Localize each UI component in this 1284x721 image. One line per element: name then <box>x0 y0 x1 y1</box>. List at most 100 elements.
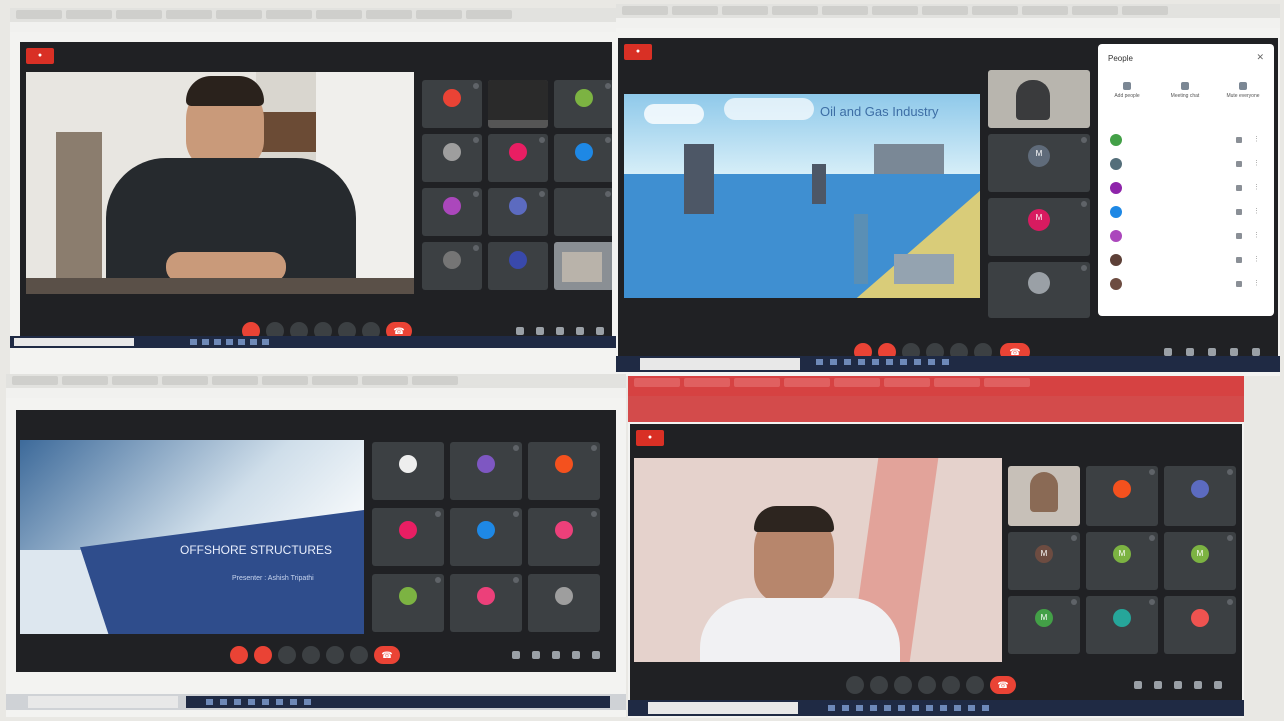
address-bar[interactable] <box>10 22 622 32</box>
address-bar[interactable] <box>628 396 1244 422</box>
participant-tile[interactable] <box>988 70 1090 128</box>
chat-icon[interactable] <box>1208 348 1216 356</box>
taskbar-search[interactable] <box>14 338 134 346</box>
activities-icon[interactable] <box>1230 348 1238 356</box>
participant-tile[interactable] <box>422 134 482 182</box>
participant-tile[interactable] <box>1008 466 1080 526</box>
participant-tile[interactable] <box>488 80 548 128</box>
participant-tile[interactable]: M <box>1008 532 1080 590</box>
raise-hand-icon[interactable] <box>918 676 936 694</box>
participant-tile[interactable]: M <box>1164 532 1236 590</box>
lock-icon[interactable] <box>596 327 604 335</box>
participant-tile[interactable] <box>488 242 548 290</box>
avatar <box>509 143 527 162</box>
microphone-icon[interactable] <box>230 646 248 664</box>
participant-tile[interactable] <box>988 262 1090 318</box>
participant-tile[interactable] <box>1164 596 1236 654</box>
captions-icon[interactable] <box>278 646 296 664</box>
mute-everyone-button[interactable]: Mute everyone <box>1218 82 1268 99</box>
participant-tile[interactable]: M <box>1008 596 1080 654</box>
participant-tile[interactable] <box>422 188 482 236</box>
info-icon[interactable] <box>1134 681 1142 689</box>
participant-tile[interactable] <box>528 442 600 500</box>
participant-tile[interactable] <box>528 574 600 632</box>
chat-icon[interactable] <box>556 327 564 335</box>
people-icon[interactable] <box>536 327 544 335</box>
lock-icon[interactable] <box>1214 681 1222 689</box>
people-icon[interactable] <box>1186 348 1194 356</box>
taskbar-search[interactable] <box>28 696 178 708</box>
people-icon[interactable] <box>1154 681 1162 689</box>
taskbar-search[interactable] <box>640 358 800 370</box>
raise-hand-icon[interactable] <box>302 646 320 664</box>
lock-icon[interactable] <box>592 651 600 659</box>
participant-tile[interactable] <box>372 508 444 566</box>
participant-tile[interactable]: M <box>988 134 1090 192</box>
participant-tile[interactable] <box>488 188 548 236</box>
info-icon[interactable] <box>512 651 520 659</box>
close-icon[interactable]: ✕ <box>1256 52 1264 63</box>
avatar <box>555 521 573 540</box>
participant-row[interactable]: ⋮ <box>1110 254 1264 268</box>
activities-icon[interactable] <box>576 327 584 335</box>
avatar <box>1110 134 1122 146</box>
participant-row[interactable]: ⋮ <box>1110 230 1264 244</box>
browser-tab-strip[interactable] <box>628 376 1244 396</box>
participant-tile[interactable] <box>554 242 612 290</box>
participant-tile[interactable] <box>450 508 522 566</box>
participant-row[interactable]: ⋮ <box>1110 158 1264 172</box>
info-icon[interactable] <box>1164 348 1172 356</box>
participant-tile[interactable] <box>1086 466 1158 526</box>
mic-muted-icon <box>1149 535 1155 541</box>
participant-tile[interactable] <box>1086 596 1158 654</box>
participant-row[interactable]: ⋮ <box>1110 134 1264 148</box>
address-bar[interactable] <box>6 388 626 398</box>
microphone-icon[interactable] <box>846 676 864 694</box>
taskbar-search[interactable] <box>648 702 798 714</box>
participant-tile[interactable] <box>488 134 548 182</box>
participant-tile[interactable] <box>422 242 482 290</box>
browser-tab-strip[interactable] <box>6 374 626 388</box>
participant-tile[interactable] <box>422 80 482 128</box>
camera-icon[interactable] <box>254 646 272 664</box>
participant-tile[interactable] <box>450 574 522 632</box>
browser-tab-strip[interactable] <box>616 4 1280 18</box>
camera-icon[interactable] <box>870 676 888 694</box>
present-icon[interactable] <box>326 646 344 664</box>
chat-icon[interactable] <box>552 651 560 659</box>
captions-icon[interactable] <box>894 676 912 694</box>
chat-icon[interactable] <box>1174 681 1182 689</box>
participant-tile[interactable] <box>554 188 612 236</box>
end-call-button[interactable]: ☎ <box>374 646 400 664</box>
avatar: M <box>1028 209 1050 232</box>
participant-tile[interactable]: M <box>988 198 1090 256</box>
more-options-icon[interactable] <box>350 646 368 664</box>
participant-tile[interactable] <box>372 442 444 500</box>
people-icon[interactable] <box>532 651 540 659</box>
participant-tile[interactable] <box>372 574 444 632</box>
participant-tile[interactable] <box>450 442 522 500</box>
activities-icon[interactable] <box>572 651 580 659</box>
add-people-button[interactable]: Add people <box>1102 82 1152 99</box>
lock-icon[interactable] <box>1252 348 1260 356</box>
participant-tile[interactable] <box>554 134 612 182</box>
quadrant-bottom-left: OFFSHORE STRUCTURES Presenter : Ashish T… <box>6 374 626 717</box>
participant-tile[interactable] <box>554 80 612 128</box>
info-icon[interactable] <box>516 327 524 335</box>
more-options-icon[interactable] <box>966 676 984 694</box>
avatar <box>443 251 461 270</box>
participant-tile[interactable] <box>1164 466 1236 526</box>
participant-row[interactable]: ⋮ <box>1110 206 1264 220</box>
activities-icon[interactable] <box>1194 681 1202 689</box>
end-call-button[interactable]: ☎ <box>990 676 1016 694</box>
participant-row[interactable]: ⋮ <box>1110 278 1264 292</box>
participant-tile[interactable] <box>528 508 600 566</box>
address-bar[interactable] <box>616 18 1280 28</box>
participant-row[interactable]: ⋮ <box>1110 182 1264 196</box>
present-icon[interactable] <box>942 676 960 694</box>
meeting-chat-button[interactable]: Meeting chat <box>1160 82 1210 99</box>
browser-tab-strip[interactable] <box>10 8 622 22</box>
recording-badge: ● <box>26 48 54 64</box>
mic-muted-icon <box>513 511 519 517</box>
participant-tile[interactable]: M <box>1086 532 1158 590</box>
